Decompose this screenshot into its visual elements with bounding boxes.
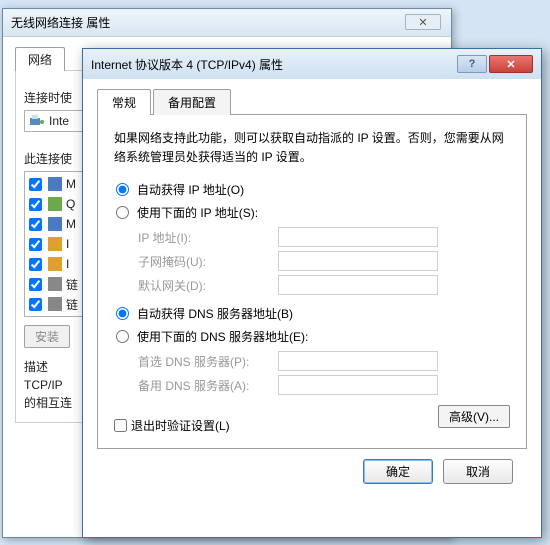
front-title: Internet 协议版本 4 (TCP/IPv4) 属性 (91, 56, 457, 73)
ip-manual-label: 使用下面的 IP 地址(S): (137, 204, 258, 221)
dns-pref-input[interactable] (278, 351, 438, 371)
item-checkbox[interactable] (29, 198, 42, 211)
back-title: 无线网络连接 属性 (11, 14, 110, 31)
item-checkbox[interactable] (29, 298, 42, 311)
gateway-input[interactable] (278, 275, 438, 295)
item-checkbox[interactable] (29, 258, 42, 271)
adapter-icon (29, 113, 45, 129)
ok-button[interactable]: 确定 (363, 459, 433, 484)
dns-auto-radio[interactable] (116, 307, 129, 320)
ip-auto-radio[interactable] (116, 183, 129, 196)
adapter-text: Inte (49, 114, 69, 128)
back-close-button[interactable]: ✕ (405, 14, 441, 30)
cancel-button[interactable]: 取消 (443, 459, 513, 484)
client-icon (48, 217, 62, 231)
subnet-input[interactable] (278, 251, 438, 271)
ip-manual-row[interactable]: 使用下面的 IP 地址(S): (114, 204, 510, 221)
validate-label: 退出时验证设置(L) (131, 417, 230, 434)
help-button[interactable]: ? (457, 55, 487, 73)
driver-icon (48, 277, 62, 291)
dns-auto-row[interactable]: 自动获得 DNS 服务器地址(B) (114, 305, 510, 322)
ip-manual-radio[interactable] (116, 206, 129, 219)
tab-general[interactable]: 常规 (97, 89, 151, 115)
client-icon (48, 177, 62, 191)
item-checkbox[interactable] (29, 218, 42, 231)
validate-checkbox[interactable] (114, 419, 127, 432)
dns-alt-input[interactable] (278, 375, 438, 395)
dns-pref-label: 首选 DNS 服务器(P): (138, 353, 278, 370)
advanced-button[interactable]: 高级(V)... (438, 405, 510, 428)
tab-alternate[interactable]: 备用配置 (153, 89, 231, 115)
ip-auto-row[interactable]: 自动获得 IP 地址(O) (114, 181, 510, 198)
ip-auto-label: 自动获得 IP 地址(O) (137, 181, 244, 198)
dns-manual-radio[interactable] (116, 330, 129, 343)
protocol-icon (48, 197, 62, 211)
ip-addr-input[interactable] (278, 227, 438, 247)
front-titlebar: Internet 协议版本 4 (TCP/IPv4) 属性 ? ✕ (83, 49, 541, 79)
ipv4-properties-window: Internet 协议版本 4 (TCP/IPv4) 属性 ? ✕ 常规 备用配… (82, 48, 542, 538)
item-checkbox[interactable] (29, 178, 42, 191)
item-checkbox[interactable] (29, 238, 42, 251)
ip-addr-label: IP 地址(I): (138, 229, 278, 246)
back-titlebar: 无线网络连接 属性 ✕ (3, 9, 451, 37)
protocol-icon (48, 237, 62, 251)
protocol-icon (48, 257, 62, 271)
close-button[interactable]: ✕ (489, 55, 533, 73)
item-checkbox[interactable] (29, 278, 42, 291)
gateway-label: 默认网关(D): (138, 277, 278, 294)
dns-manual-label: 使用下面的 DNS 服务器地址(E): (137, 328, 308, 345)
tabs: 常规 备用配置 (97, 89, 527, 115)
dns-auto-label: 自动获得 DNS 服务器地址(B) (137, 305, 293, 322)
dns-alt-label: 备用 DNS 服务器(A): (138, 377, 278, 394)
subnet-label: 子网掩码(U): (138, 253, 278, 270)
install-button[interactable]: 安装 (24, 325, 70, 348)
driver-icon (48, 297, 62, 311)
tab-network[interactable]: 网络 (15, 47, 65, 71)
intro-text: 如果网络支持此功能，则可以获取自动指派的 IP 设置。否则，您需要从网络系统管理… (114, 129, 510, 167)
dns-manual-row[interactable]: 使用下面的 DNS 服务器地址(E): (114, 328, 510, 345)
